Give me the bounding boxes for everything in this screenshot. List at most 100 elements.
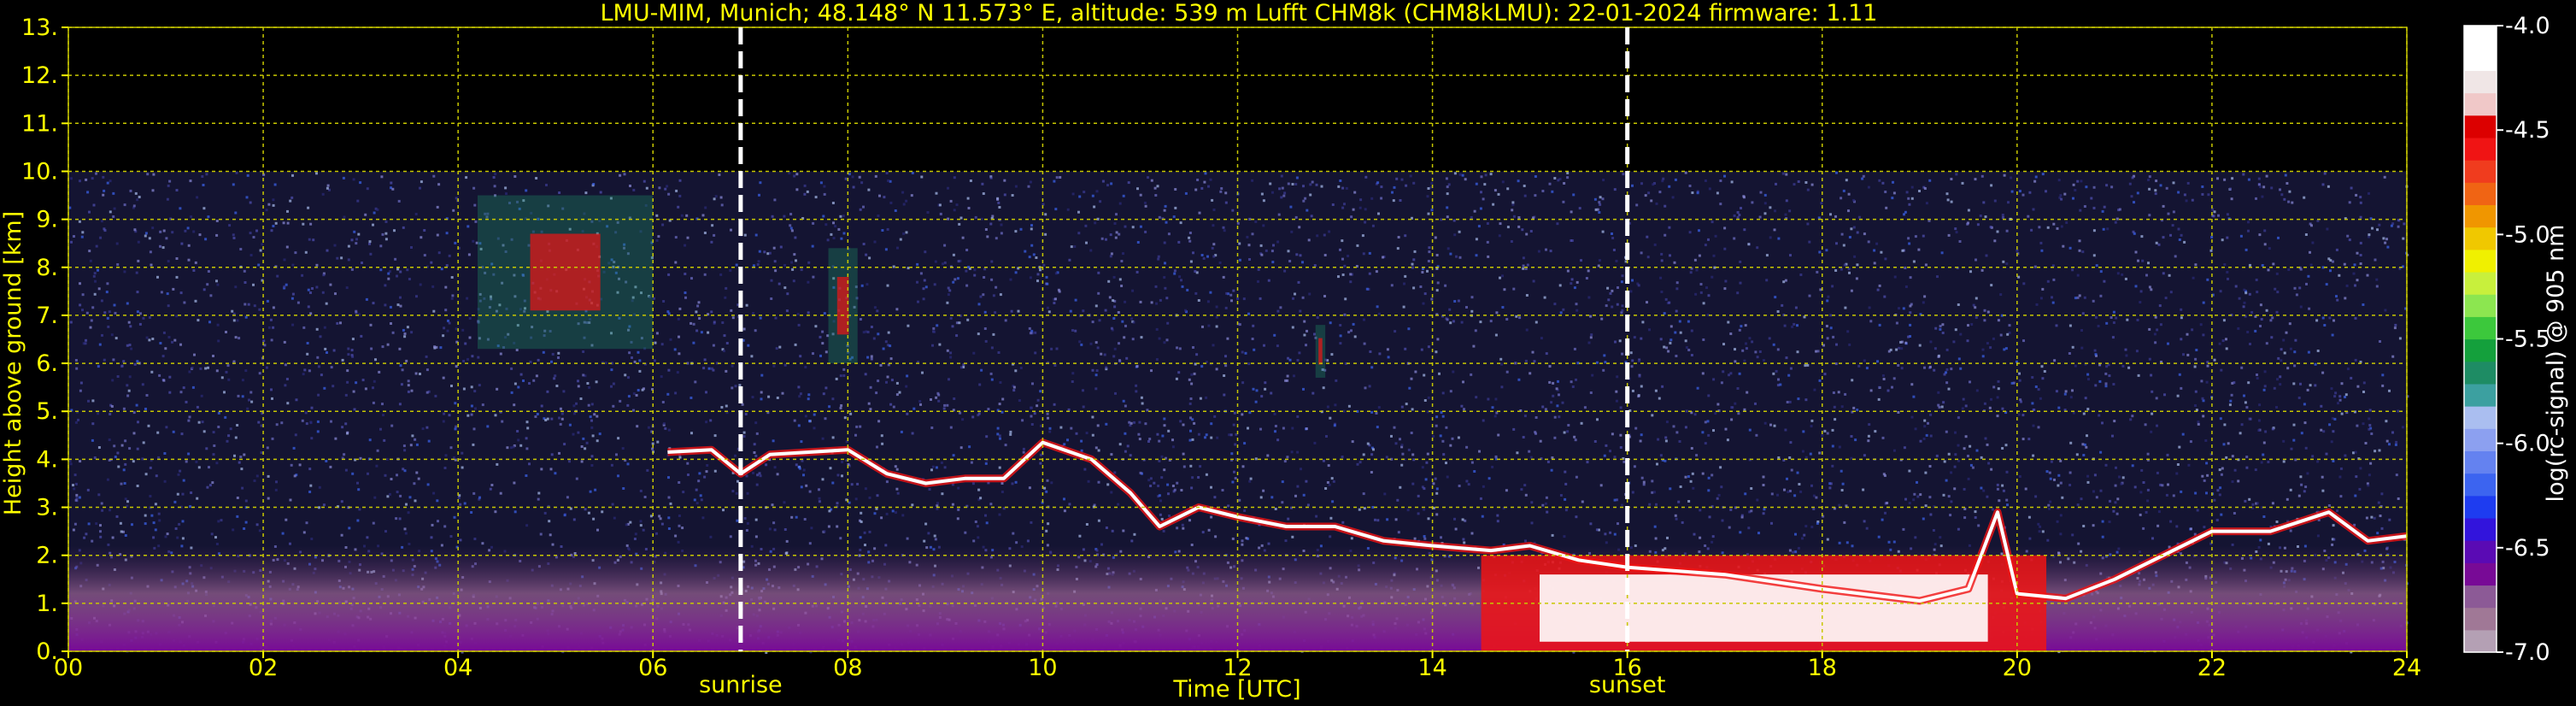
noise-speck xyxy=(1423,292,1427,296)
noise-speck xyxy=(1223,229,1226,232)
noise-speck xyxy=(1881,436,1885,439)
noise-speck xyxy=(1763,202,1767,205)
noise-speck xyxy=(260,451,263,455)
noise-speck xyxy=(2265,309,2268,312)
noise-speck xyxy=(1869,320,1873,323)
noise-speck xyxy=(770,279,773,282)
noise-speck xyxy=(940,461,943,464)
noise-speck xyxy=(1741,349,1745,352)
noise-speck xyxy=(1908,242,1911,245)
noise-speck xyxy=(1949,514,1952,517)
noise-speck xyxy=(1252,324,1255,327)
noise-speck xyxy=(2202,301,2205,304)
noise-speck xyxy=(1251,232,1254,236)
noise-speck xyxy=(2259,185,2262,189)
noise-speck xyxy=(1012,532,1015,535)
noise-speck xyxy=(1883,295,1887,298)
noise-speck xyxy=(2118,208,2121,211)
noise-speck xyxy=(1224,306,1228,309)
noise-speck xyxy=(1743,359,1746,362)
noise-speck xyxy=(1487,255,1490,258)
noise-speck xyxy=(711,224,714,227)
noise-speck xyxy=(1163,209,1166,212)
noise-speck xyxy=(276,274,279,278)
noise-speck xyxy=(2230,393,2233,397)
noise-speck xyxy=(499,352,502,356)
noise-speck xyxy=(773,528,777,532)
noise-speck xyxy=(1609,291,1612,295)
noise-speck xyxy=(919,272,923,275)
noise-speck xyxy=(1163,468,1166,472)
noise-speck xyxy=(2340,412,2344,415)
noise-speck xyxy=(2354,284,2356,287)
noise-speck xyxy=(1983,402,1986,405)
noise-speck xyxy=(2217,214,2220,217)
noise-speck xyxy=(183,301,186,304)
noise-speck xyxy=(505,192,508,196)
noise-speck xyxy=(167,184,170,187)
noise-speck xyxy=(2259,325,2262,327)
noise-speck xyxy=(947,293,950,297)
noise-speck xyxy=(824,350,828,354)
noise-speck xyxy=(1974,178,1977,181)
noise-speck xyxy=(1622,173,1625,176)
noise-speck xyxy=(470,511,473,514)
noise-speck xyxy=(1368,385,1371,388)
noise-speck xyxy=(2286,497,2289,501)
noise-speck xyxy=(894,209,897,212)
noise-speck xyxy=(1534,416,1538,419)
noise-speck xyxy=(1364,208,1367,211)
noise-speck xyxy=(1301,261,1304,264)
noise-speck xyxy=(795,173,799,176)
noise-speck xyxy=(554,374,557,378)
noise-speck xyxy=(1147,440,1150,443)
noise-speck xyxy=(1723,227,1727,230)
noise-speck xyxy=(713,434,717,438)
noise-speck xyxy=(1475,396,1478,399)
noise-speck xyxy=(1982,489,1986,492)
noise-speck xyxy=(486,425,490,428)
noise-speck xyxy=(2298,286,2302,290)
noise-speck xyxy=(842,374,846,377)
noise-speck xyxy=(1413,250,1417,253)
noise-speck xyxy=(1404,347,1407,350)
noise-speck xyxy=(156,431,160,434)
noise-speck xyxy=(1840,469,1843,473)
noise-speck xyxy=(326,186,329,190)
noise-speck xyxy=(885,380,888,384)
noise-speck xyxy=(1395,177,1399,180)
noise-speck xyxy=(2105,184,2109,187)
noise-speck xyxy=(590,464,594,467)
noise-speck xyxy=(2309,384,2312,387)
noise-speck xyxy=(459,503,462,506)
noise-speck xyxy=(181,520,185,523)
noise-speck xyxy=(1189,260,1193,263)
noise-speck xyxy=(2201,397,2204,400)
noise-speck xyxy=(1189,397,1193,400)
noise-speck xyxy=(2033,179,2037,183)
noise-speck xyxy=(1009,432,1012,436)
noise-speck xyxy=(1411,408,1414,411)
noise-speck xyxy=(435,345,438,349)
noise-speck xyxy=(1907,335,1910,338)
noise-speck xyxy=(1520,488,1523,491)
noise-speck xyxy=(1967,324,1969,327)
noise-speck xyxy=(916,280,918,284)
noise-speck xyxy=(580,445,584,448)
noise-speck xyxy=(1066,208,1070,211)
noise-speck xyxy=(2243,394,2245,397)
noise-speck xyxy=(678,524,681,527)
noise-speck xyxy=(2131,415,2134,418)
noise-speck xyxy=(1644,194,1647,197)
noise-speck xyxy=(2080,497,2083,501)
noise-speck xyxy=(587,511,590,515)
noise-speck xyxy=(2194,390,2198,393)
noise-speck xyxy=(2398,337,2402,340)
noise-speck xyxy=(1664,204,1667,208)
noise-speck xyxy=(323,386,326,390)
noise-speck xyxy=(924,285,928,289)
noise-speck xyxy=(1231,480,1235,484)
noise-speck xyxy=(184,229,187,232)
noise-speck xyxy=(582,374,585,377)
noise-speck xyxy=(2226,213,2229,216)
